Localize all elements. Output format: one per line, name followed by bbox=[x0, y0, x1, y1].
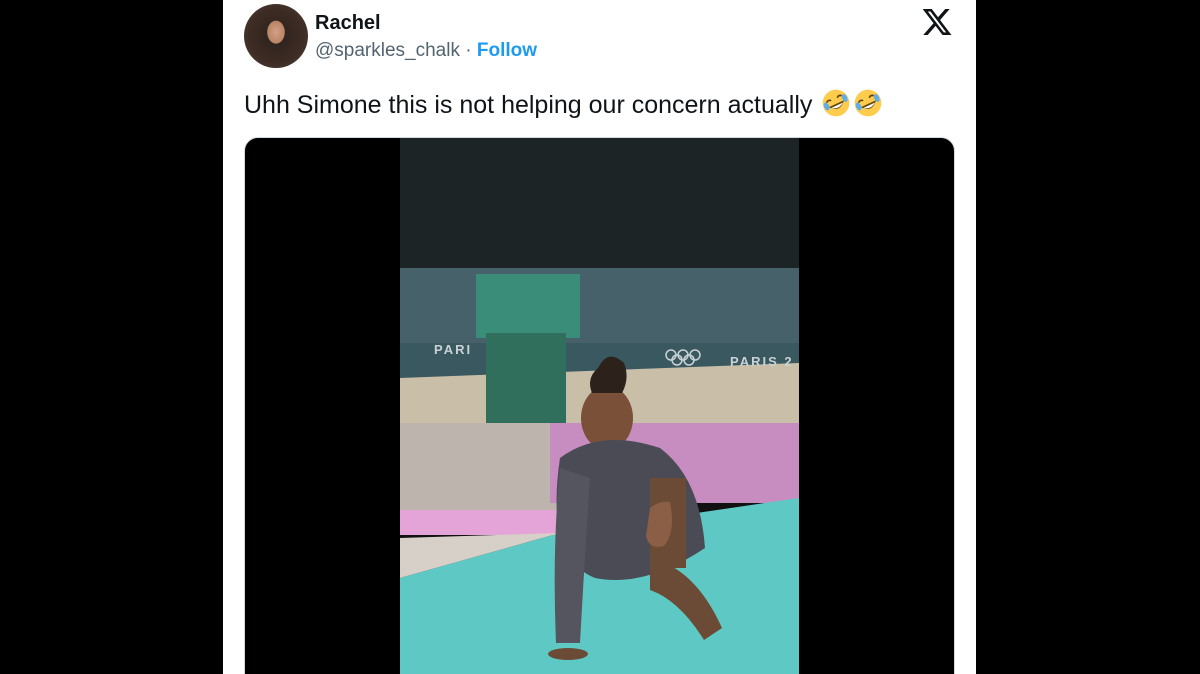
author-name[interactable]: Rachel bbox=[315, 12, 381, 35]
tweet-text: Uhh Simone this is not helping our conce… bbox=[244, 88, 883, 120]
x-logo-icon[interactable] bbox=[920, 6, 954, 38]
author-handle[interactable]: @sparkles_chalk bbox=[315, 40, 460, 61]
rolling-laughing-emoji-icon bbox=[854, 89, 882, 117]
olympic-rings-icon bbox=[665, 349, 701, 366]
follow-button[interactable]: Follow bbox=[477, 40, 537, 61]
separator: · bbox=[465, 40, 472, 61]
tweet-card: Rachel @sparkles_chalk · Follow Uhh Simo… bbox=[223, 0, 976, 674]
tweet-text-content: Uhh Simone this is not helping our conce… bbox=[244, 91, 813, 119]
video-signage-left: PARI bbox=[434, 342, 473, 357]
rolling-laughing-emoji-icon bbox=[822, 89, 850, 117]
avatar[interactable] bbox=[244, 4, 308, 68]
video-player[interactable]: PARI PARIS 2 bbox=[400, 138, 799, 674]
handle-row: @sparkles_chalk · Follow bbox=[315, 40, 537, 62]
media-container[interactable]: PARI PARIS 2 bbox=[244, 137, 955, 674]
video-frame bbox=[400, 138, 799, 674]
video-signage-right: PARIS 2 bbox=[730, 354, 794, 369]
